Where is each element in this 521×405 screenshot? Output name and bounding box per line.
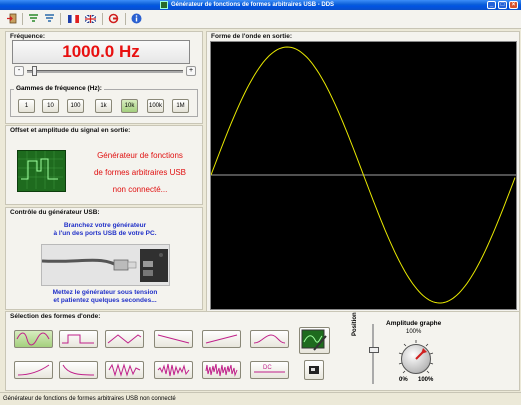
filter-icon[interactable] [28,13,39,24]
usb-cable-image [41,244,170,286]
usb-instruction-1a: Branchez votre générateur [63,222,147,229]
oscilloscope-screen [210,41,517,310]
toolbar-separator [125,13,126,25]
waveform-title: Sélection des formes d'onde: [10,313,101,320]
amplitude-min-label: 0% [399,377,408,383]
range-button-100[interactable]: 100 [67,99,84,113]
frequency-increase-button[interactable]: + [186,66,196,76]
offset-message-line2: de formes arbitraires USB [93,168,187,177]
toolbar [0,10,521,29]
custom-waveform-edit-button[interactable] [299,327,330,354]
svg-text:DC: DC [263,365,272,371]
offset-message-line3: non connecté... [112,185,168,194]
range-button-1[interactable]: 1 [18,99,35,113]
frequency-title: Fréquence: [10,33,46,40]
range-button-10k[interactable]: 10k [121,99,138,113]
toolbar-separator [22,13,23,25]
waveform-button-pulse[interactable] [250,330,289,348]
waveform-button-ramp-up[interactable] [202,330,241,348]
frequency-slider-thumb[interactable] [32,66,37,76]
waveform-button-noise[interactable] [202,361,241,379]
frequency-decrease-button[interactable]: - [14,66,24,76]
info-icon[interactable] [131,13,142,24]
waveform-button-sine[interactable] [14,330,53,348]
amplitude-max-label: 100% [418,377,434,383]
flag-uk-icon[interactable] [85,13,96,24]
waveform-button-square[interactable] [59,330,98,348]
exit-icon[interactable] [6,13,17,24]
waveform-button-exp-rise[interactable] [14,361,53,379]
load-waveform-button[interactable] [304,360,324,380]
position-label: Position [352,312,358,336]
waveform-button-am[interactable] [154,361,193,379]
frequency-slider-track[interactable] [27,70,183,73]
app-icon [160,1,168,9]
status-bar: Générateur de fonctions de formes arbitr… [0,392,521,404]
usb-instruction-1b: à l'un des ports USB de votre PC. [53,230,157,237]
filter-alt-icon[interactable] [44,13,55,24]
usb-instruction-2b: et patientez quelques secondes... [53,297,157,304]
amplitude-dial-ticks [398,340,434,374]
amplitude-title: Amplitude graphe [386,320,442,327]
waveform-button-ramp-down[interactable] [154,330,193,348]
position-slider-track[interactable] [372,324,374,384]
offset-title: Offset et amplitude du signal en sortie: [10,127,131,134]
brand-icon[interactable] [108,13,119,24]
waveform-button-triangle[interactable] [105,330,144,348]
close-button[interactable]: × [509,1,518,9]
range-button-1m[interactable]: 1M [172,99,189,113]
amplitude-value: 100% [406,329,422,335]
flag-fr-icon[interactable] [68,13,79,24]
minimize-button[interactable]: _ [487,1,496,9]
title-bar: Générateur de fonctions de formes arbitr… [0,0,521,10]
waveform-button-burst[interactable] [105,361,144,379]
window-title: Générateur de fonctions de formes arbitr… [171,2,335,8]
range-button-10[interactable]: 10 [42,99,59,113]
range-button-1k[interactable]: 1k [95,99,112,113]
frequency-display: 1000.0 Hz [12,40,190,64]
usb-title: Contrôle du générateur USB: [10,209,100,216]
waveform-button-dc[interactable]: DC [250,361,289,379]
position-slider-thumb[interactable] [369,347,379,353]
toolbar-separator [102,13,103,25]
offset-message-line1: Générateur de fonctions [97,151,183,160]
waveform-button-exp-decay[interactable] [59,361,98,379]
maximize-button[interactable]: □ [498,1,507,9]
scope-title: Forme de l'onde en sortie: [211,33,293,40]
oscilloscope-icon [17,150,66,192]
usb-instruction-2a: Mettez le générateur sous tension [52,289,158,296]
range-button-100k[interactable]: 100k [147,99,164,113]
toolbar-separator [60,13,61,25]
frequency-range-title: Gammes de fréquence (Hz): [14,85,104,92]
